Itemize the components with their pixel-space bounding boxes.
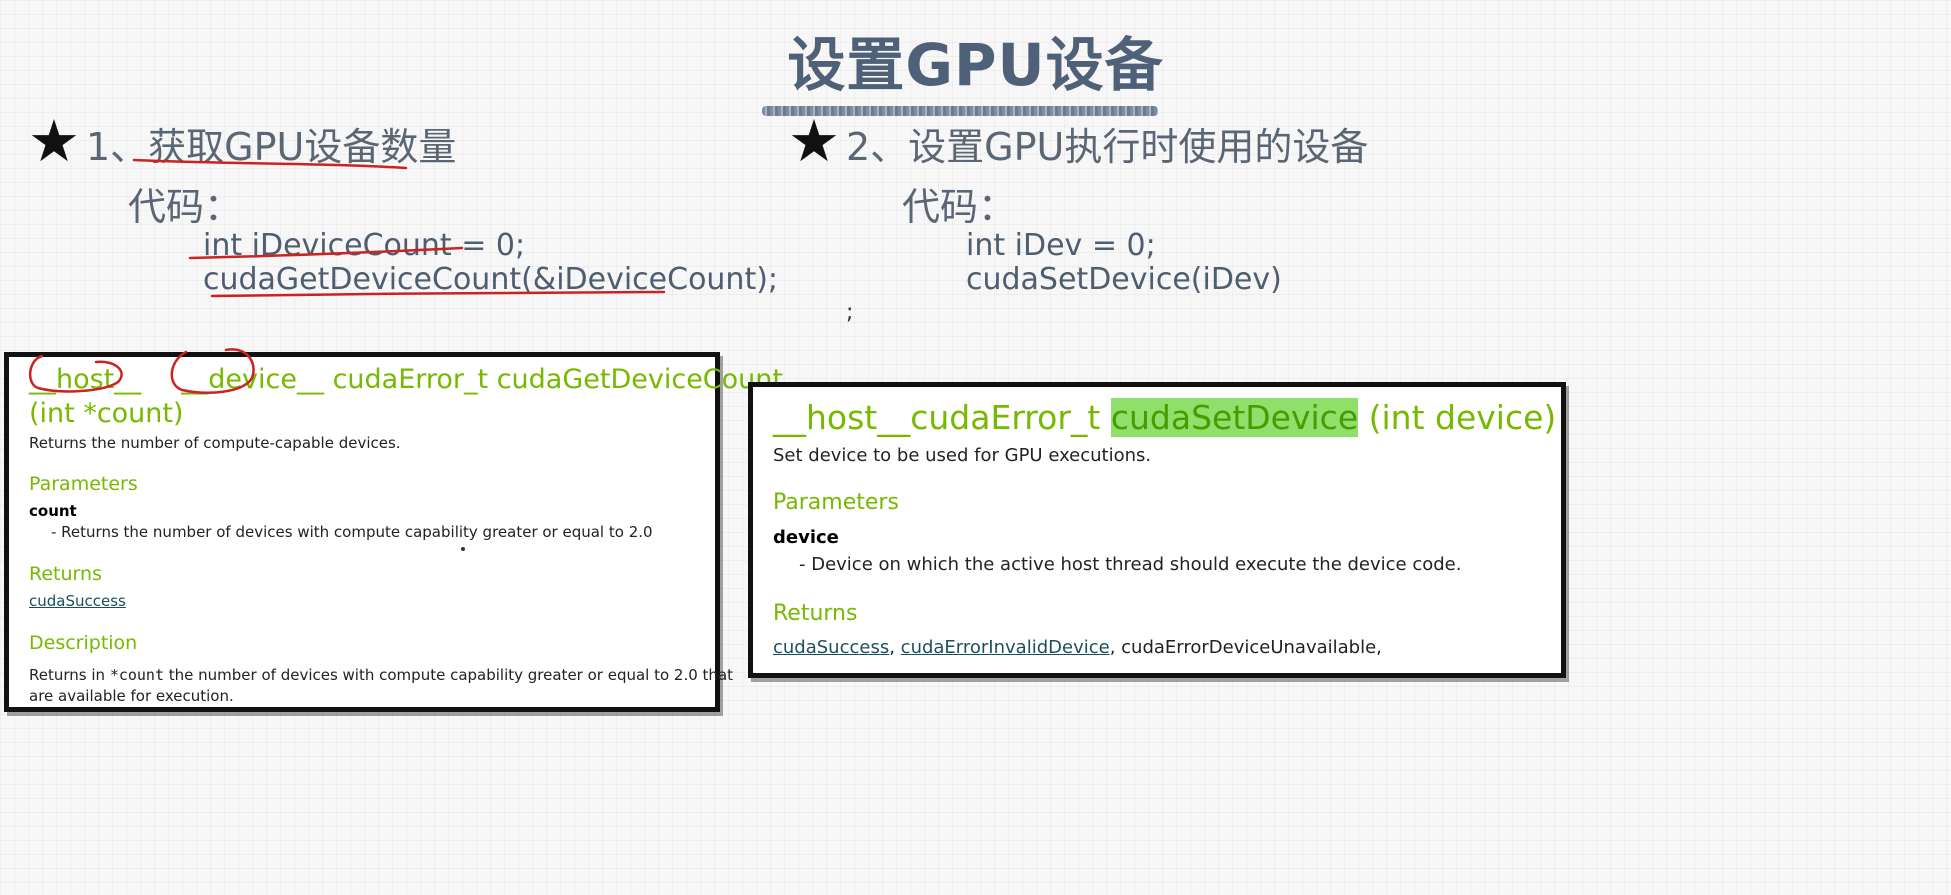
sig-suffix: (int device) (1358, 398, 1557, 437)
right-heading: 2、设置GPU执行时使用的设备 (846, 125, 1369, 169)
left-heading: 1、获取GPU设备数量 (86, 125, 457, 169)
right-doc-summary: Set device to be used for GPU executions… (773, 445, 1152, 466)
right-param-name: device (773, 527, 839, 548)
stray-semicolon: ; (846, 300, 854, 325)
sig-host-keyword: __host__ (29, 364, 142, 395)
left-code-label: 代码： (128, 185, 243, 229)
left-description-label: Description (29, 632, 138, 654)
left-doc-signature: __host__ __device__ cudaError_t cudaGetDe… (29, 363, 783, 397)
desc-code: *count (109, 666, 164, 684)
desc-text-start: Returns in (29, 666, 110, 684)
left-description-line-1: Returns in *count the number of devices … (29, 666, 733, 684)
left-doc-summary: Returns the number of compute-capable de… (29, 434, 401, 452)
separator: , (889, 637, 901, 658)
right-doc-box: __host__cudaError_t cudaSetDevice (int d… (748, 382, 1566, 678)
left-param-desc: - Returns the number of devices with com… (51, 523, 653, 541)
desc-text-end: the number of devices with compute capab… (164, 666, 734, 684)
stray-dot (461, 547, 465, 551)
sig-prefix: __host__cudaError_t (773, 398, 1111, 437)
cudaSuccess-link[interactable]: cudaSuccess (29, 592, 126, 610)
right-returns-list: cudaSuccess, cudaErrorInvalidDevice, cud… (773, 637, 1382, 658)
right-param-desc: - Device on which the active host thread… (799, 554, 1462, 575)
right-code-line-2: cudaSetDevice(iDev) (966, 262, 1282, 297)
separator: , (1109, 637, 1122, 658)
right-parameters-label: Parameters (773, 490, 899, 515)
right-doc-signature: __host__cudaError_t cudaSetDevice (int d… (773, 397, 1556, 439)
left-parameters-label: Parameters (29, 473, 138, 495)
page-title: 设置GPU设备 (787, 31, 1164, 99)
cudaErrorDeviceUnavailable-text: cudaErrorDeviceUnavailable, (1121, 637, 1382, 658)
left-description-line-2: are available for execution. (29, 687, 234, 705)
left-doc-params-sig: (int *count) (29, 398, 184, 429)
right-code-label: 代码： (902, 185, 1017, 229)
left-code-line-2: cudaGetDeviceCount(&iDeviceCount); (203, 262, 779, 297)
left-param-name: count (29, 502, 77, 520)
right-returns-label: Returns (773, 601, 858, 626)
cudaSuccess-link[interactable]: cudaSuccess (773, 637, 889, 658)
star-icon: ★ (788, 107, 840, 175)
sig-highlighted-function: cudaSetDevice (1110, 398, 1359, 437)
left-returns-label: Returns (29, 563, 102, 585)
sig-function: cudaError_t cudaGetDeviceCount (332, 364, 783, 395)
cudaErrorInvalidDevice-link[interactable]: cudaErrorInvalidDevice (901, 637, 1110, 658)
star-icon: ★ (28, 107, 80, 175)
sig-device-keyword: __device__ (181, 364, 324, 395)
left-doc-box: __host__ __device__ cudaError_t cudaGetDe… (4, 352, 783, 712)
